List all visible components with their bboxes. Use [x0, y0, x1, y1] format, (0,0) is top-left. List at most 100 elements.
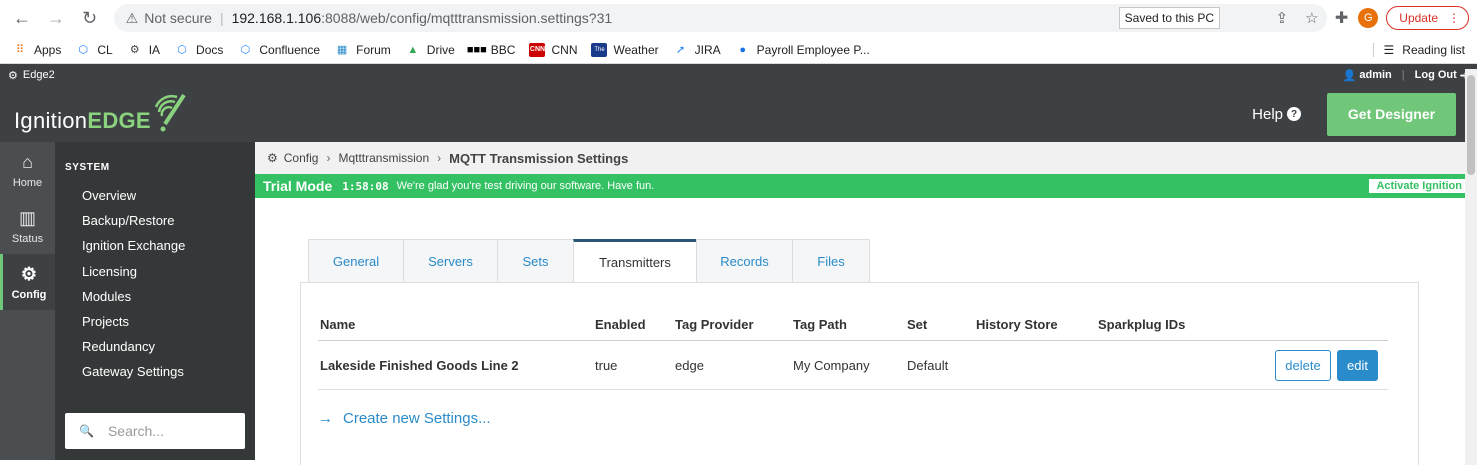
sidebar-item-overview[interactable]: Overview	[55, 183, 255, 208]
sidebar-item-licensing[interactable]: Licensing	[55, 259, 255, 284]
bookmark-forum[interactable]: ▦ Forum	[334, 43, 391, 57]
bookmark-apps[interactable]: ⠿ Apps	[12, 43, 61, 57]
sidebar-item-redundancy[interactable]: Redundancy	[55, 334, 255, 359]
bbc-icon: ■■■	[466, 43, 487, 56]
sidebar-item-gateway-settings[interactable]: Gateway Settings	[55, 359, 255, 384]
bookmark-label: Confluence	[259, 42, 321, 57]
divider: |	[1401, 69, 1405, 81]
col-header-sparkplug-ids: Sparkplug IDs	[1098, 316, 1186, 332]
gear-icon: ⚙	[129, 44, 140, 56]
create-new-label: Create new Settings...	[343, 410, 491, 427]
get-designer-button[interactable]: Get Designer	[1327, 92, 1456, 136]
col-header-set: Set	[907, 316, 928, 332]
row-actions: delete edit	[1218, 349, 1388, 381]
user-name: admin	[1359, 69, 1392, 81]
address-bar[interactable]: ⚠ Not secure | 192.168.1.106:8088/web/co…	[113, 4, 1327, 32]
weather-icon: The	[591, 42, 608, 57]
share-icon[interactable]: ⇪	[1267, 9, 1297, 27]
star-icon[interactable]: ☆	[1297, 9, 1327, 27]
table-header: Name Enabled Tag Provider Tag Path Set H…	[318, 308, 1388, 341]
bookmark-bbc[interactable]: ■■■ BBC	[466, 43, 516, 57]
bookmark-label: Docs	[196, 42, 224, 57]
ignition-edge-logo[interactable]: Ignition EDGE	[14, 94, 187, 134]
update-button[interactable]: Update ⋮	[1386, 6, 1469, 30]
breadcrumb-mqtttransmission[interactable]: Mqtttransmission	[338, 151, 429, 165]
apps-grid-icon: ⠿	[15, 44, 25, 56]
extensions-icon[interactable]: ✚	[1335, 8, 1348, 28]
logout-link[interactable]: Log Out➜	[1415, 69, 1469, 82]
edit-button[interactable]: edit	[1337, 349, 1378, 381]
gear-icon: ⚙	[267, 151, 278, 165]
rail-item-config[interactable]: ⚙ Config	[0, 254, 55, 310]
col-header-history-store: History Store	[976, 316, 1058, 332]
help-label: Help	[1252, 105, 1283, 123]
tab-servers[interactable]: Servers	[403, 239, 498, 282]
bookmark-cnn[interactable]: CNN CNN	[529, 42, 578, 57]
logout-label: Log Out	[1414, 69, 1457, 81]
logo-main: Ignition	[14, 108, 88, 133]
transmitters-table: Name Enabled Tag Provider Tag Path Set H…	[318, 308, 1388, 390]
confluence-icon: ⬡	[240, 44, 251, 56]
create-new-settings-link[interactable]: → Create new Settings...	[318, 410, 491, 427]
col-header-name: Name	[320, 316, 356, 332]
more-vert-icon: ⋮	[1448, 11, 1460, 25]
trial-clock: 1:58:08	[342, 179, 389, 193]
gateway-bar: ⚙ Edge2 👤admin | Log Out➜	[0, 64, 1477, 86]
sidebar-item-backup-restore[interactable]: Backup/Restore	[55, 208, 255, 233]
forum-icon: ▦	[336, 44, 348, 56]
tab-general[interactable]: General	[308, 239, 404, 282]
app-header: Ignition EDGE Help ? Get Designer	[0, 86, 1477, 142]
bookmark-jira[interactable]: ➚ JIRA	[673, 43, 721, 57]
bookmark-label: Apps	[34, 42, 62, 57]
bookmark-docs[interactable]: ⬡ Docs	[174, 43, 223, 57]
bookmark-weather[interactable]: The Weather	[591, 42, 659, 57]
user-link[interactable]: 👤 admin	[1343, 69, 1392, 82]
bookmark-drive[interactable]: ▲ Drive	[405, 43, 454, 57]
breadcrumb: ⚙ Config › Mqtttransmission › MQTT Trans…	[255, 142, 1477, 174]
avatar[interactable]: G	[1358, 8, 1379, 28]
cnn-icon: CNN	[529, 42, 546, 57]
bar-chart-icon: ▥	[18, 207, 36, 228]
sidebar-item-modules[interactable]: Modules	[55, 284, 255, 309]
search-placeholder: Search...	[107, 423, 164, 439]
activate-ignition-button[interactable]: Activate Ignition	[1369, 179, 1469, 193]
rail-item-status[interactable]: ▥ Status	[0, 198, 55, 254]
reload-icon[interactable]: ↻	[76, 4, 104, 32]
bookmark-cl[interactable]: ⬡ CL	[75, 43, 113, 57]
forward-icon[interactable]: →	[42, 4, 70, 32]
rail-item-home[interactable]: ⌂ Home	[0, 142, 55, 198]
cell-tag-path: My Company	[793, 357, 870, 373]
breadcrumb-config[interactable]: Config	[284, 151, 319, 165]
tab-records[interactable]: Records	[696, 239, 793, 282]
page-scrollbar[interactable]	[1465, 69, 1477, 465]
sidebar-item-ignition-exchange[interactable]: Ignition Exchange	[55, 233, 255, 258]
transmitters-panel: Name Enabled Tag Provider Tag Path Set H…	[300, 282, 1419, 465]
bookmark-payroll[interactable]: ● Payroll Employee P...	[735, 43, 870, 57]
gear-icon: ⚙	[20, 263, 38, 284]
scrollbar-thumb[interactable]	[1467, 75, 1475, 175]
tab-files[interactable]: Files	[792, 239, 870, 282]
tab-transmitters[interactable]: Transmitters	[573, 239, 697, 282]
bookmark-ia[interactable]: ⚙ IA	[127, 43, 160, 57]
rail-label: Status	[11, 232, 44, 245]
table-row: Lakeside Finished Goods Line 2 true edge…	[318, 341, 1388, 390]
payroll-icon: ●	[739, 43, 746, 56]
bookmarks-bar: ⠿ Apps ⬡ CL ⚙ IA ⬡ Docs ⬡ Confluence ▦ Forum ▲…	[0, 36, 1477, 64]
user-icon: 👤	[1342, 69, 1357, 82]
warning-icon: ⚠	[125, 9, 139, 26]
sidebar-search-input[interactable]: 🔍 Search...	[65, 413, 245, 449]
saved-to-pc-chip[interactable]: Saved to this PC	[1118, 7, 1221, 29]
reading-list-button[interactable]: ☰ Reading list	[1372, 42, 1465, 57]
rail-label: Home	[12, 176, 43, 189]
delete-button[interactable]: delete	[1275, 349, 1331, 381]
sidebar-item-projects[interactable]: Projects	[55, 309, 255, 334]
help-link[interactable]: Help ?	[1252, 106, 1301, 123]
bookmark-label: CNN	[551, 42, 578, 57]
chevron-right-icon: ›	[326, 151, 331, 165]
back-icon[interactable]: ←	[8, 4, 36, 32]
logo-edge: EDGE	[87, 108, 151, 133]
drive-icon: ▲	[407, 43, 419, 56]
tab-sets[interactable]: Sets	[497, 239, 574, 282]
jira-icon: ➚	[676, 44, 686, 56]
bookmark-confluence[interactable]: ⬡ Confluence	[237, 42, 321, 57]
